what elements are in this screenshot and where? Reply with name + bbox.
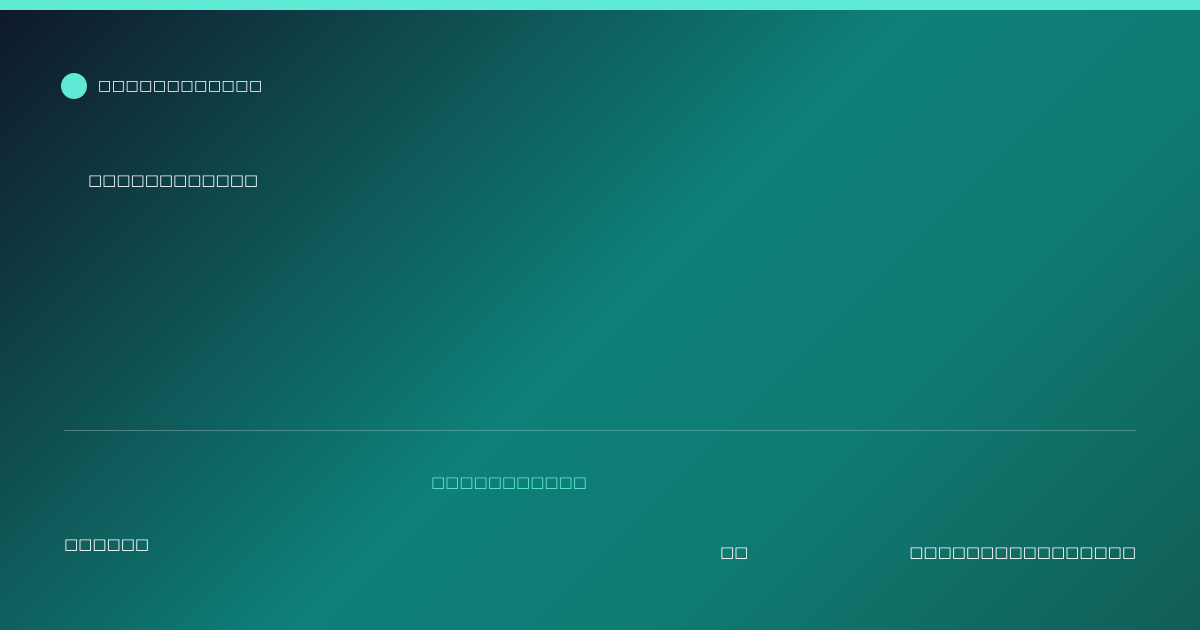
brand: □□□□□□□□□□□□	[61, 73, 263, 99]
headline: □□□□□□□□□□□□	[88, 171, 259, 189]
footer-right-text: □□□□□□□□□□□□□□□□	[909, 543, 1136, 561]
tagline: □□□□□□□□□□□	[431, 473, 587, 491]
footer-left-text: □□□□□□	[64, 535, 150, 553]
brand-name: □□□□□□□□□□□□	[98, 78, 263, 94]
top-accent-bar	[0, 0, 1200, 10]
divider	[64, 430, 1136, 431]
footer-middle-text: □□	[720, 543, 749, 561]
brand-logo-dot	[61, 73, 87, 99]
